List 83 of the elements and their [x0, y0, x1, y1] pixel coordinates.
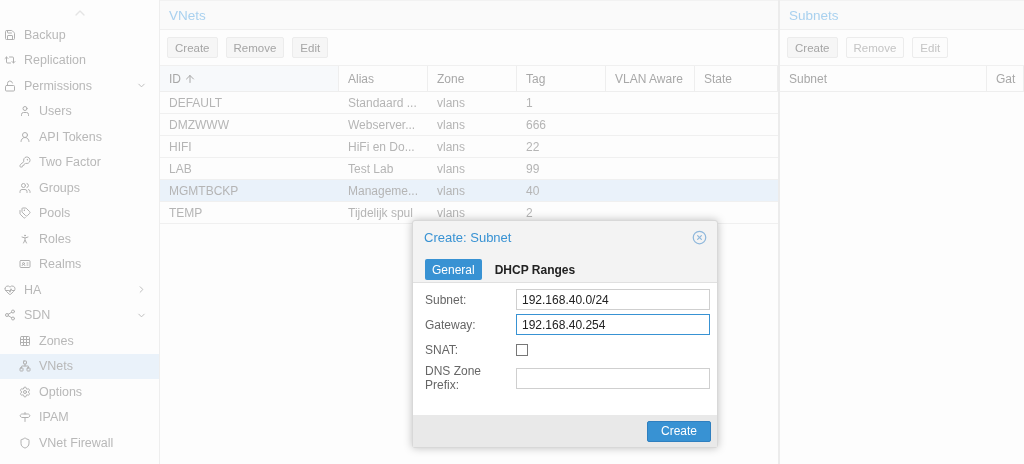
panel-title: VNets — [160, 0, 778, 30]
table-row[interactable]: DMZWWW Webserver... vlans 666 — [160, 114, 778, 136]
sidebar-item[interactable]: Replication — [0, 47, 159, 73]
sidebar-item[interactable]: HA — [0, 277, 159, 303]
tags-icon — [19, 207, 31, 220]
table-cell-text: 1 — [525, 94, 534, 112]
heart-pulse-icon — [4, 283, 16, 296]
input-field[interactable] — [516, 367, 710, 389]
table-cell-text: Test Lab — [347, 160, 395, 178]
unlocked-lock-icon — [4, 79, 16, 92]
table-cell-text: DEFAULT — [168, 94, 224, 112]
network-icon — [19, 360, 31, 373]
sidebar-item[interactable]: Groups — [0, 175, 159, 201]
table-cell-text: TEMP — [168, 204, 204, 222]
table-cell-text: vlans — [436, 116, 466, 134]
user-outline-icon — [19, 130, 31, 143]
tab[interactable]: DHCP Ranges — [487, 259, 583, 280]
key-icon — [19, 156, 31, 169]
signpost-icon — [19, 411, 31, 424]
sidebar-item[interactable]: VNets — [0, 353, 159, 379]
repeat-icon — [4, 54, 16, 67]
user-icon — [19, 105, 31, 118]
table-row[interactable]: HIFI HiFi en Do... vlans 22 — [160, 136, 778, 158]
sidebar-item[interactable]: Zones — [0, 328, 159, 354]
table-row[interactable]: MGMTBCKP Manageme... vlans 40 — [160, 180, 778, 202]
table-cell-text: 22 — [525, 138, 541, 156]
sidebar-item[interactable]: Two Factor — [0, 149, 159, 175]
field-label: DNS Zone Prefix: — [425, 364, 483, 392]
table-cell-text: 2 — [525, 204, 534, 222]
sidebar-item[interactable]: Backup — [0, 22, 159, 48]
column-header[interactable]: ID — [160, 66, 339, 91]
create-button[interactable]: Create — [647, 420, 711, 442]
users-icon — [19, 181, 31, 194]
settings-icon — [19, 385, 31, 398]
close-icon[interactable] — [692, 229, 707, 245]
toolbar-button[interactable]: Create — [787, 37, 838, 58]
table-cell-text: 40 — [525, 182, 541, 200]
table-row[interactable]: DEFAULT Standaard ... vlans 1 — [160, 92, 778, 114]
table-cell-text: vlans — [436, 160, 466, 178]
panel-title: Subnets — [780, 0, 1024, 30]
table-cell-text: vlans — [436, 204, 466, 222]
sidebar-item[interactable]: Options — [0, 379, 159, 405]
sidebar-item[interactable]: Roles — [0, 226, 159, 252]
dialog-title: Create: Subnet — [424, 229, 512, 245]
sidebar-item[interactable]: API Tokens — [0, 124, 159, 150]
tab[interactable]: General — [425, 259, 482, 280]
sort-arrow-icon — [184, 72, 196, 85]
sidebar-item[interactable]: Permissions — [0, 73, 159, 99]
field-label: SNAT: — [425, 342, 460, 357]
sidebar-item[interactable]: VNet Firewall — [0, 430, 159, 456]
field-label: Gateway: — [425, 317, 477, 332]
table-cell-text: vlans — [436, 138, 466, 156]
table-cell-text: Webserver... — [347, 116, 417, 134]
save-icon — [4, 28, 16, 41]
table-cell-text: LAB — [168, 160, 193, 178]
table-cell-text: vlans — [436, 94, 466, 112]
id-card-icon — [19, 258, 31, 271]
sidebar-item[interactable]: IPAM — [0, 404, 159, 430]
sidebar-item[interactable]: Users — [0, 98, 159, 124]
input-field[interactable]: 192.168.40.254 — [516, 314, 710, 335]
sidebar-item[interactable]: SDN — [0, 302, 159, 328]
person-icon — [19, 232, 31, 245]
toolbar-button[interactable]: Edit — [292, 37, 329, 58]
table-cell-text: DMZWWW — [168, 116, 230, 134]
table-cell-text: 99 — [525, 160, 541, 178]
input-field[interactable]: 192.168.40.0/24 — [516, 289, 710, 310]
share-nodes-icon — [4, 309, 16, 322]
sidebar-item[interactable]: Pools — [0, 200, 159, 226]
sidebar-item[interactable]: Realms — [0, 251, 159, 277]
table-cell-text: HIFI — [168, 138, 193, 156]
toolbar-button[interactable]: Remove — [225, 37, 285, 58]
table-cell-text: Manageme... — [347, 182, 420, 200]
table-cell-text: Standaard ... — [347, 94, 418, 112]
table-cell-text: 666 — [525, 116, 548, 134]
shield-icon — [19, 436, 31, 449]
table-cell-text: Tijdelijk spul — [347, 204, 414, 222]
grid-icon — [19, 334, 31, 347]
table-cell-text: HiFi en Do... — [347, 138, 416, 156]
field-label: Subnet: — [425, 292, 468, 307]
table-cell-text: MGMTBCKP — [168, 182, 240, 200]
toolbar-button[interactable]: Create — [167, 37, 218, 58]
checkbox[interactable] — [516, 343, 528, 356]
table-cell-text: vlans — [436, 182, 466, 200]
